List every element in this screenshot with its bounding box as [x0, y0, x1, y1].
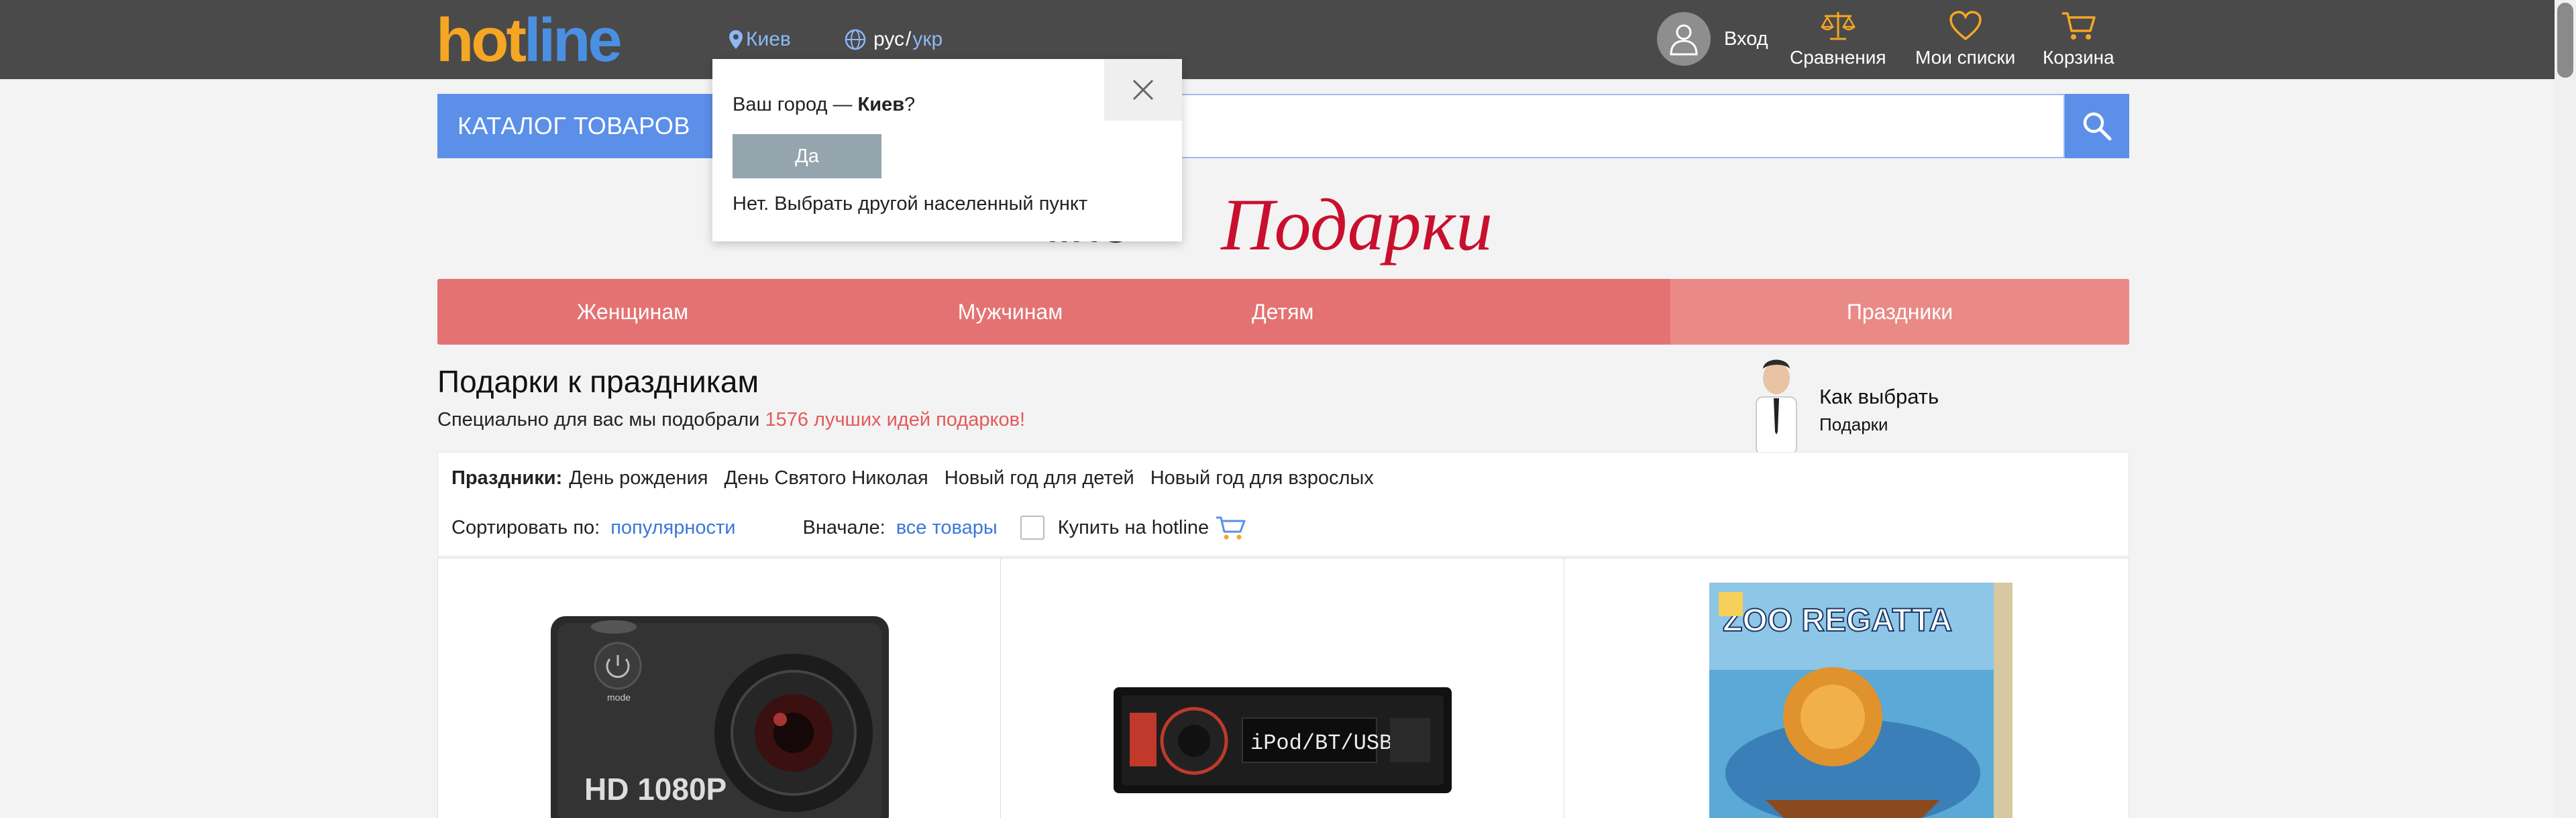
banner-title: Подарки	[1221, 184, 1493, 266]
page-subtitle: Специально для вас мы подобрали 1576 луч…	[437, 409, 1026, 430]
first-label: Вначале:	[802, 516, 885, 538]
board-game-image: ZOO REGATTA	[1709, 583, 2012, 818]
hotline-logo[interactable]: hotline	[436, 9, 623, 71]
how-to-choose-link[interactable]: Как выбрать Подарки	[1737, 351, 2006, 463]
search-bar: КАТАЛОГ ТОВАРОВ	[437, 94, 2129, 158]
my-lists-button[interactable]: Мои списки	[1915, 9, 2015, 68]
close-popup-button[interactable]	[1104, 59, 1182, 121]
login-button[interactable]: Вход	[1657, 12, 1768, 66]
how-to-choose-subtitle: Подарки	[1819, 414, 1888, 434]
first-dropdown[interactable]: все товары	[896, 517, 998, 539]
cart-icon	[1216, 516, 1246, 540]
sort-row: Сортировать по: популярности Вначале: вс…	[451, 514, 1248, 541]
scrollbar-thumb[interactable]	[2557, 3, 2573, 78]
holiday-birthday[interactable]: День рождения	[569, 467, 708, 489]
radio-display-text: iPod/BT/USB	[1250, 731, 1392, 756]
product-grid: mode HD 1080P iPod/BT/USB ZOO REGATTA	[437, 558, 2129, 818]
page-scrollbar[interactable]	[2555, 0, 2576, 818]
search-button[interactable]	[2065, 94, 2129, 158]
city-name: Киев	[746, 28, 791, 50]
buy-on-hotline-label[interactable]: Купить на hotline	[1058, 517, 1209, 539]
holiday-st-nicholas[interactable]: День Святого Николая	[724, 467, 928, 489]
language-switcher: рус / укр	[844, 28, 943, 51]
page-title: Подарки к праздникам	[437, 364, 759, 399]
holidays-label: Праздники:	[451, 467, 563, 489]
holiday-new-year-kids[interactable]: Новый год для детей	[945, 467, 1134, 489]
product-card[interactable]: ZOO REGATTA	[1564, 559, 2129, 818]
game-title-text: ZOO REGATTA	[1723, 603, 1952, 638]
heart-icon	[1949, 11, 1982, 41]
gift-count: 1576 лучших идей подарков!	[765, 409, 1026, 430]
compare-button[interactable]: Сравнения	[1790, 9, 1886, 68]
city-question: Ваш город — Киев?	[733, 94, 916, 115]
sort-dropdown[interactable]: популярности	[610, 517, 735, 539]
action-camera-image: mode HD 1080P	[551, 616, 889, 818]
how-to-choose-title: Как выбрать	[1819, 385, 1939, 408]
search-icon	[2083, 112, 2112, 141]
product-card[interactable]: mode HD 1080P	[438, 559, 1002, 818]
choose-other-city-link[interactable]: Нет. Выбрать другой населенный пункт	[733, 193, 1087, 215]
tab-kids[interactable]: Детям	[1193, 279, 1670, 345]
confirm-city-button[interactable]: Да	[733, 134, 881, 178]
catalog-button[interactable]: КАТАЛОГ ТОВАРОВ	[437, 94, 714, 158]
car-radio-image: iPod/BT/USB	[1114, 687, 1452, 793]
sort-label: Сортировать по:	[451, 516, 600, 538]
location-pin-icon	[729, 30, 743, 49]
camera-mode-label: mode	[607, 692, 631, 703]
lang-ukrainian[interactable]: укр	[912, 28, 943, 51]
filters-panel: Праздники: День рождения День Святого Ни…	[437, 452, 2129, 557]
user-avatar-icon	[1657, 12, 1711, 66]
tab-holidays[interactable]: Праздники	[1670, 279, 2129, 345]
product-card[interactable]: iPod/BT/USB	[1001, 559, 1564, 818]
holiday-filter: Праздники: День рождения День Святого Ни…	[451, 467, 1374, 489]
camera-hd-badge: HD 1080P	[584, 772, 727, 807]
cart-button[interactable]: Корзина	[2043, 9, 2114, 68]
close-icon	[1132, 79, 1154, 101]
tab-women[interactable]: Женщинам	[437, 279, 828, 345]
site-header: hotline Киев рус / укр Вход Сравнения Мо…	[0, 0, 2555, 79]
cart-icon	[2062, 12, 2096, 40]
lang-russian[interactable]: рус	[873, 28, 904, 51]
scales-icon	[1820, 12, 1856, 40]
tab-men[interactable]: Мужчинам	[828, 279, 1193, 345]
mascot-illustration	[1744, 359, 1809, 461]
globe-icon	[845, 29, 866, 50]
category-nav: Женщинам Мужчинам Детям Праздники	[437, 279, 2129, 345]
city-selector[interactable]: Киев	[729, 28, 791, 51]
city-confirm-popup: Ваш город — Киев? Да Нет. Выбрать другой…	[712, 59, 1182, 241]
holiday-new-year-adults[interactable]: Новый год для взрослых	[1150, 467, 1374, 489]
buy-on-hotline-checkbox[interactable]	[1020, 516, 1044, 540]
